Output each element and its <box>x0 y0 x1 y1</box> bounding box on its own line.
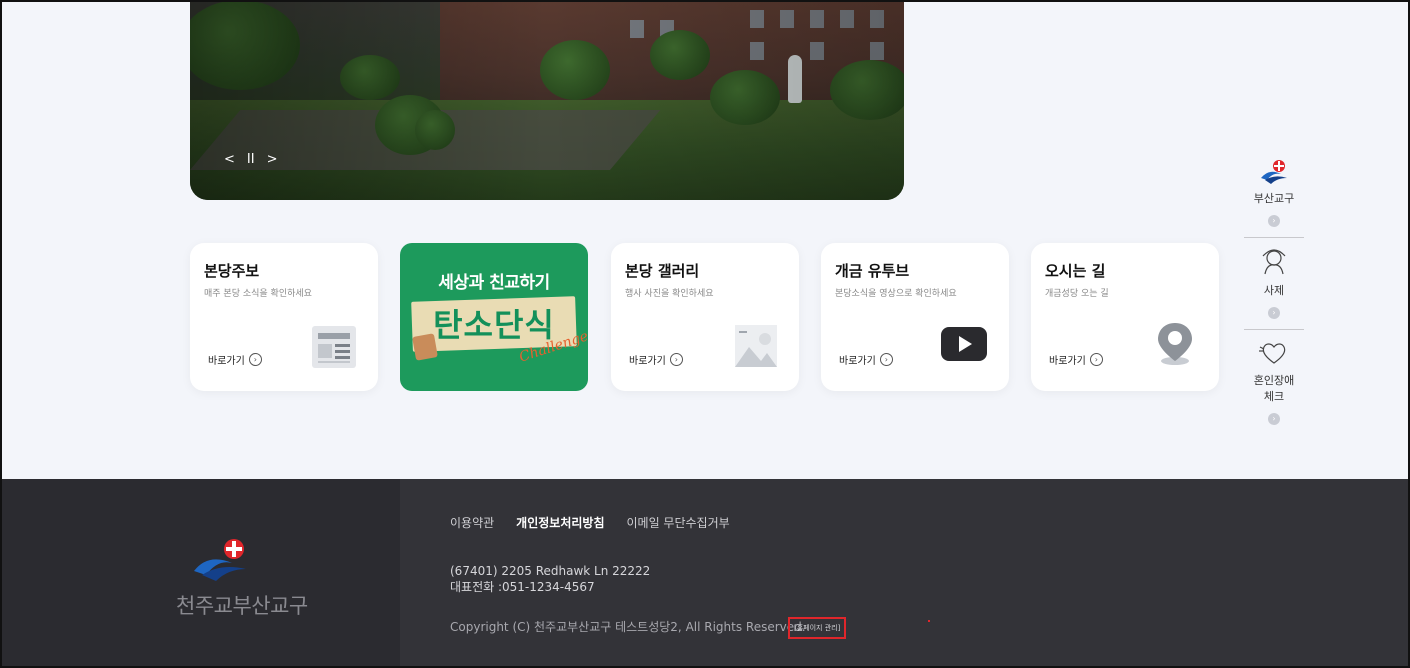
card-link[interactable]: 바로가기 › <box>839 352 893 367</box>
card-desc: 개금성당 오는 길 <box>1045 289 1109 299</box>
card-desc: 본당소식을 영상으로 확인하세요 <box>835 289 957 299</box>
card-link[interactable]: 바로가기 › <box>1049 352 1103 367</box>
heart-icon <box>1259 343 1286 364</box>
card-title: 개금 유투브 <box>835 262 910 280</box>
footer-phone: 대표전화 :051-1234-4567 <box>450 580 595 594</box>
quick-item-diocese[interactable]: 부산교구 › <box>1244 150 1304 237</box>
diocese-logo-icon <box>1261 160 1287 184</box>
image-icon <box>735 325 777 367</box>
footer-address: (67401) 2205 Redhawk Ln 22222 <box>450 564 651 578</box>
arrow-right-icon: › <box>1268 307 1280 319</box>
card-bulletin[interactable]: 본당주보 매주 본당 소식을 확인하세요 바로가기 › <box>190 243 378 391</box>
arrow-right-icon: › <box>1268 215 1280 227</box>
arrow-right-icon: › <box>1268 413 1280 425</box>
pause-button[interactable]: II <box>247 152 255 168</box>
card-link[interactable]: 바로가기 › <box>629 352 683 367</box>
admin-link[interactable]: [홈페이지 관리] <box>788 617 847 639</box>
priest-icon <box>1262 249 1286 275</box>
arrow-right-icon: › <box>1089 353 1103 366</box>
prev-button[interactable]: < <box>224 152 235 168</box>
arrow-right-icon: › <box>879 353 893 366</box>
terms-link[interactable]: 이용약관 <box>450 514 494 531</box>
slider-controls: < II > <box>224 152 277 168</box>
next-button[interactable]: > <box>267 152 278 168</box>
card-link[interactable]: 바로가기 › <box>208 352 262 367</box>
card-youtube[interactable]: 개금 유투브 본당소식을 영상으로 확인하세요 바로가기 › <box>821 243 1009 391</box>
arrow-right-icon: › <box>248 353 262 366</box>
play-icon <box>941 327 987 361</box>
promo-banner[interactable]: 세상과 친교하기 탄소단식 Challenge <box>400 243 588 391</box>
tag-icon <box>412 333 438 361</box>
footer-brand-name: 천주교부산교구 <box>176 594 308 618</box>
footer-copyright: Copyright (C) 천주교부산교구 테스트성당2, All Rights… <box>450 620 806 634</box>
card-directions[interactable]: 오시는 길 개금성당 오는 길 바로가기 › <box>1031 243 1219 391</box>
newspaper-icon <box>312 326 356 368</box>
card-title: 오시는 길 <box>1045 262 1106 280</box>
hero-slideshow <box>190 0 904 200</box>
footer-contact: (67401) 2205 Redhawk Ln 22222 대표전화 :051-… <box>450 563 650 595</box>
privacy-policy-link[interactable]: 개인정보처리방침 <box>516 514 604 531</box>
promo-line1: 세상과 친교하기 <box>438 273 550 293</box>
quick-menu: 부산교구 › 사제 › 혼인장애 체크 › <box>1244 150 1304 435</box>
arrow-right-icon: › <box>669 353 683 366</box>
email-refusal-link[interactable]: 이메일 무단수집거부 <box>627 514 730 531</box>
footer-links: 이용약관 개인정보처리방침 이메일 무단수집거부 <box>450 514 730 531</box>
card-gallery[interactable]: 본당 갤러리 행사 사진을 확인하세요 바로가기 › <box>611 243 799 391</box>
diocese-logo-icon <box>194 539 246 581</box>
quick-item-priest[interactable]: 사제 › <box>1244 238 1304 329</box>
card-desc: 매주 본당 소식을 확인하세요 <box>204 289 312 299</box>
card-title: 본당주보 <box>204 262 260 280</box>
card-desc: 행사 사진을 확인하세요 <box>625 289 714 299</box>
quick-item-marriage[interactable]: 혼인장애 체크 › <box>1244 330 1304 435</box>
card-title: 본당 갤러리 <box>625 262 700 280</box>
map-pin-icon <box>1158 323 1192 365</box>
